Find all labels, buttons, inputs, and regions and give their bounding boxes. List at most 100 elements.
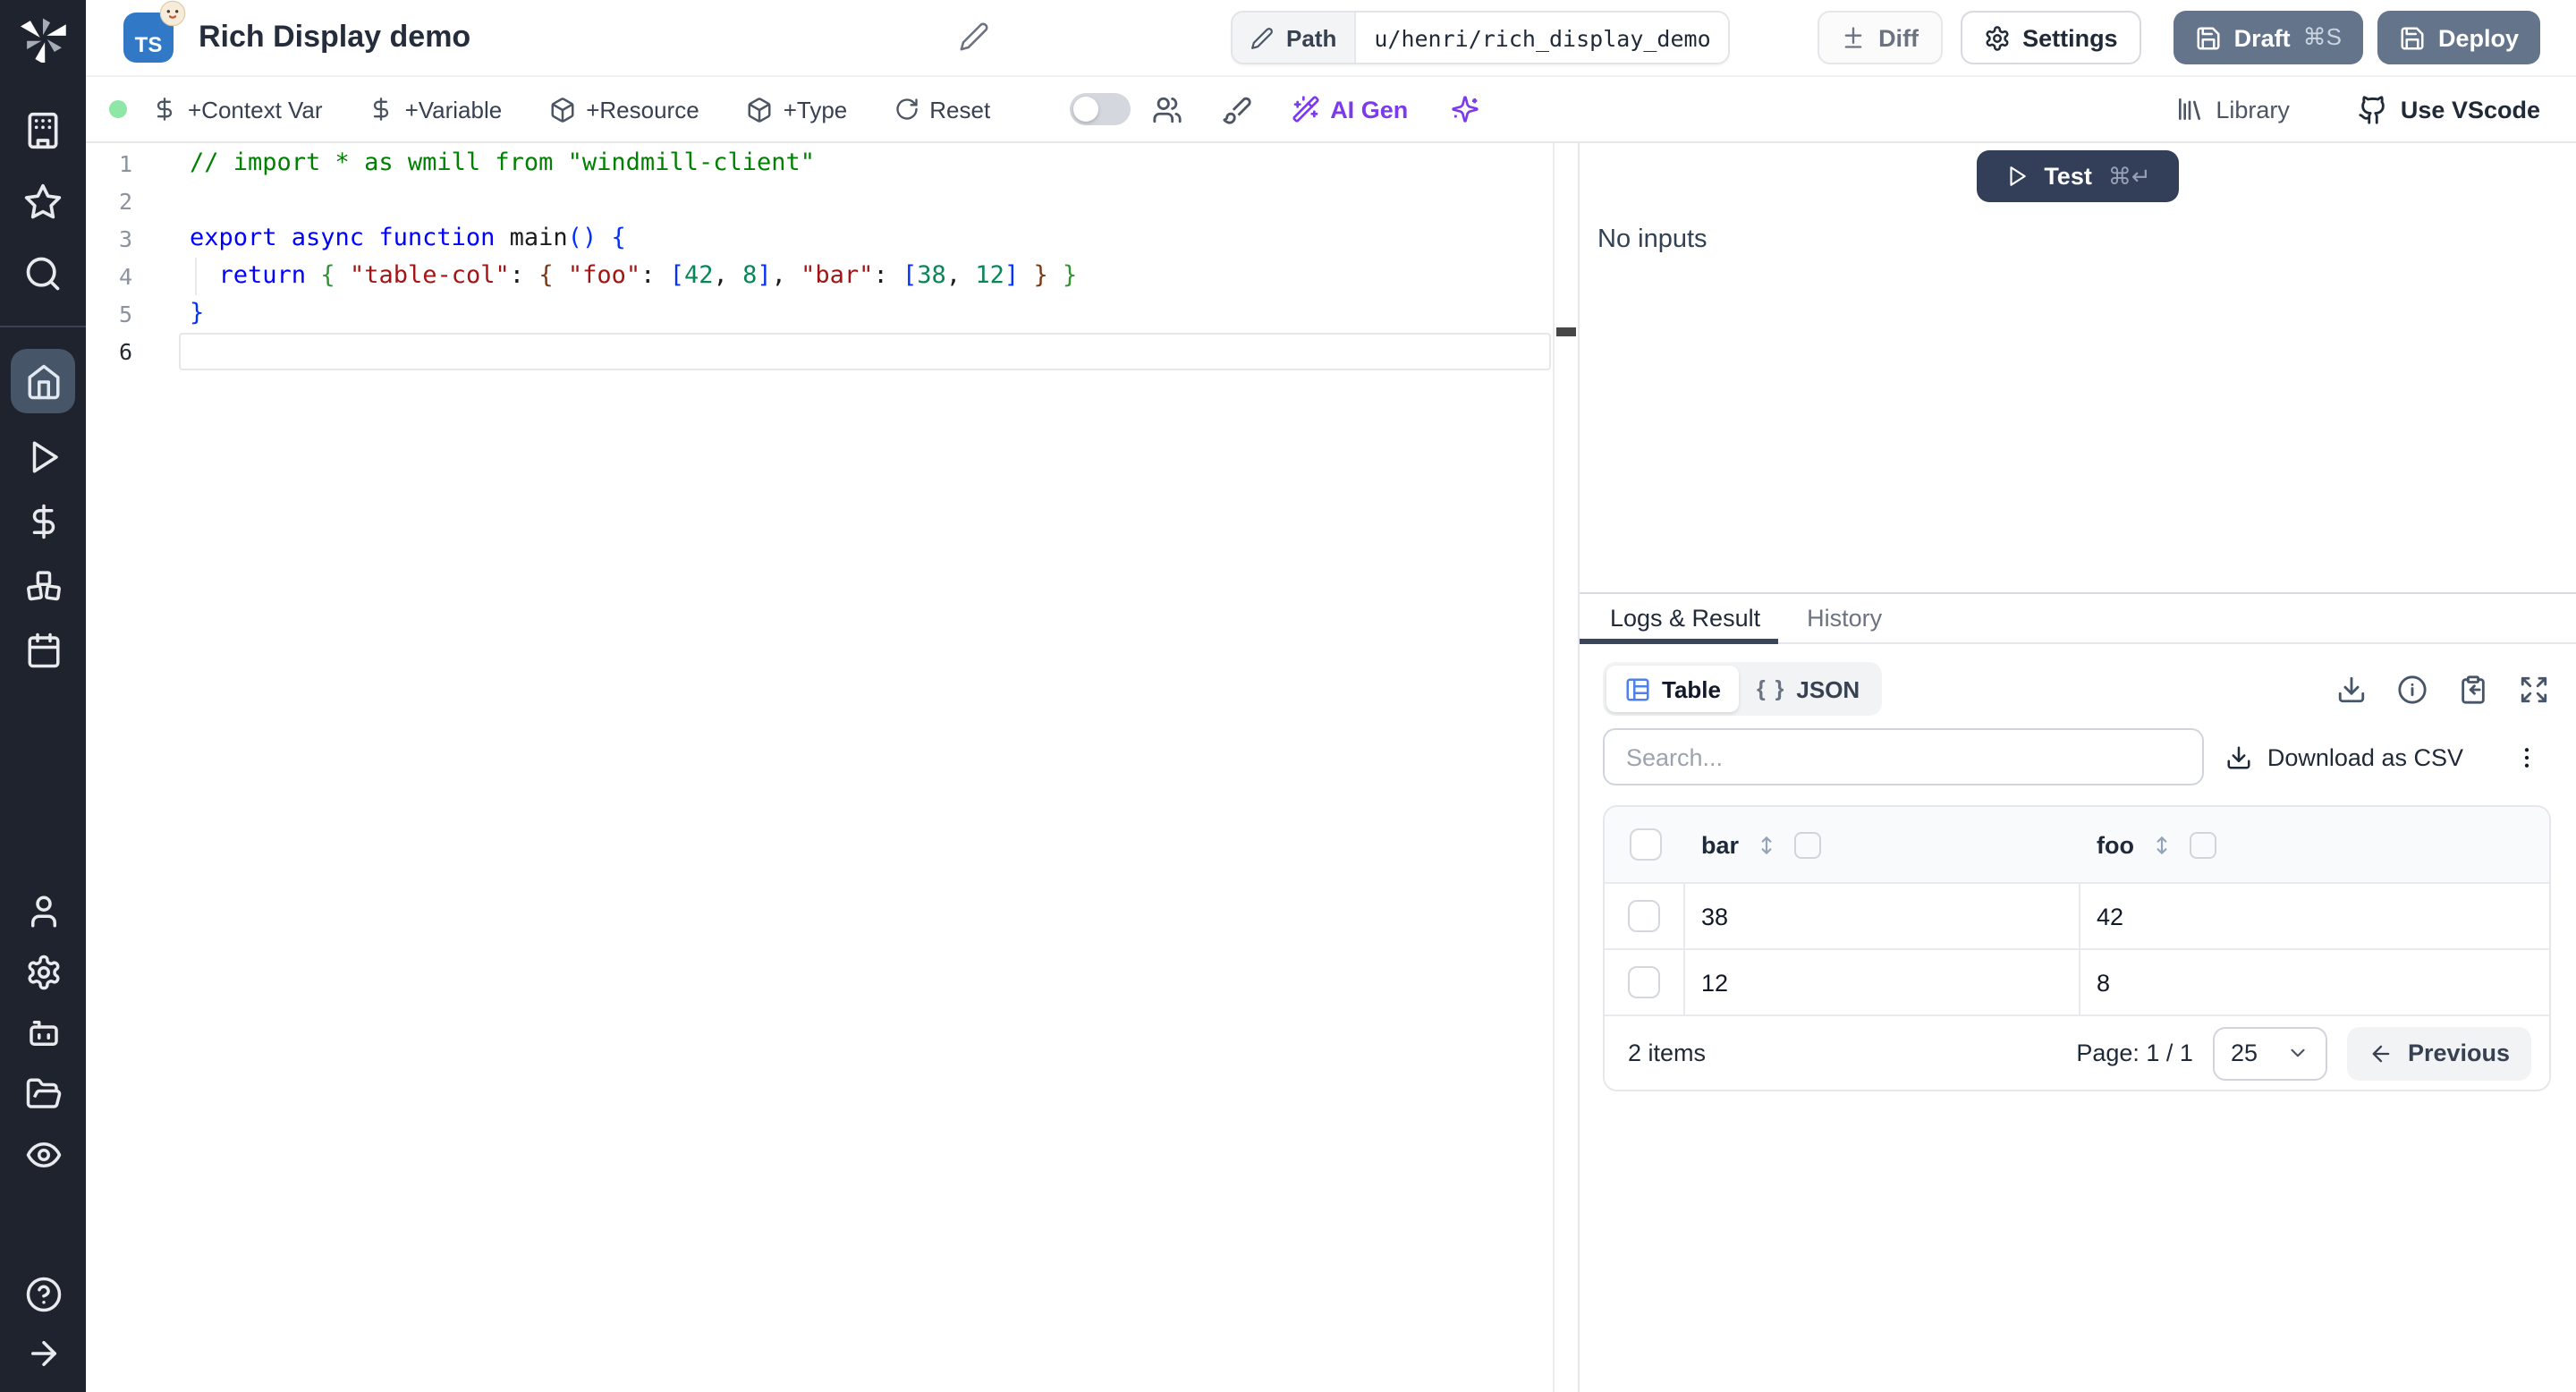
ai-gen-button[interactable]: AI Gen xyxy=(1291,95,1408,123)
reset-button[interactable]: Reset xyxy=(894,96,990,123)
editor-toolbar: +Context Var +Variable +Resource +Type R… xyxy=(86,77,2576,143)
tab-history[interactable]: History xyxy=(1807,594,1882,642)
sort-icon[interactable] xyxy=(2150,833,2174,856)
select-all-checkbox[interactable] xyxy=(1629,828,1661,861)
add-resource-button[interactable]: +Resource xyxy=(548,96,699,123)
view-table-segment[interactable]: Table xyxy=(1606,666,1739,712)
windmill-logo-icon[interactable] xyxy=(19,14,67,63)
audit-logs-eye-icon[interactable] xyxy=(21,1133,64,1176)
line-number: 3 xyxy=(118,225,132,252)
runs-play-icon[interactable] xyxy=(21,435,64,478)
column-filter-toggle[interactable] xyxy=(2190,831,2216,858)
column-header-bar[interactable]: bar xyxy=(1701,831,1739,858)
expand-fullscreen-icon[interactable] xyxy=(2519,674,2549,704)
search-icon[interactable] xyxy=(21,252,64,295)
deploy-button[interactable]: Deploy xyxy=(2377,11,2540,64)
add-type-button[interactable]: +Type xyxy=(746,96,847,123)
use-vscode-button[interactable]: Use VScode xyxy=(2358,94,2540,124)
results-tabs: Logs & Result History xyxy=(1579,594,2576,644)
edit-title-pencil-icon[interactable] xyxy=(959,21,989,52)
cursor-position-mark xyxy=(1556,327,1576,336)
tab-logs-and-result[interactable]: Logs & Result xyxy=(1579,594,1779,644)
add-variable-label: +Variable xyxy=(404,96,503,123)
add-context-var-button[interactable]: +Context Var xyxy=(152,96,323,123)
settings-button[interactable]: Settings xyxy=(1960,11,2141,64)
settings-gear-icon[interactable] xyxy=(21,950,64,993)
row-checkbox[interactable] xyxy=(1628,966,1660,998)
expand-sidebar-arrow-icon[interactable] xyxy=(21,1331,64,1374)
variables-dollar-icon[interactable] xyxy=(21,499,64,542)
github-icon xyxy=(2358,94,2388,124)
path-label: Path xyxy=(1286,24,1337,51)
pencil-icon xyxy=(1250,26,1274,49)
cell-value: 42 xyxy=(2097,903,2124,929)
code-editor[interactable]: 1 // import * as wmill from "windmill-cl… xyxy=(86,143,1578,1392)
table-row[interactable]: 12 8 xyxy=(1605,948,2549,1014)
info-icon[interactable] xyxy=(2397,674,2428,704)
dollar-icon xyxy=(152,97,177,122)
toggle-knob xyxy=(1072,97,1098,122)
download-csv-button[interactable]: Download as CSV xyxy=(2226,743,2463,770)
multiplayer-toggle[interactable] xyxy=(1069,93,1131,125)
add-context-var-label: +Context Var xyxy=(188,96,323,123)
copy-to-clipboard-icon[interactable] xyxy=(2458,674,2488,704)
code-line[interactable]: 4 return { "table-col": { "foo": [42, 8]… xyxy=(86,258,1578,295)
sort-icon[interactable] xyxy=(1755,833,1778,856)
view-toggle: Table { } JSON xyxy=(1603,662,1882,716)
arrow-left-icon xyxy=(2368,1040,2394,1065)
row-checkbox[interactable] xyxy=(1628,900,1660,932)
draft-button[interactable]: Draft ⌘S xyxy=(2173,11,2363,64)
sparkles-icon[interactable] xyxy=(1451,95,1479,123)
top-header: TS Rich Display demo Path u/henri/rich_d… xyxy=(86,0,2576,77)
test-button[interactable]: Test ⌘↵ xyxy=(1976,150,2180,202)
library-label: Library xyxy=(2216,96,2290,123)
add-variable-button[interactable]: +Variable xyxy=(369,96,503,123)
previous-page-button[interactable]: Previous xyxy=(2346,1026,2531,1080)
folders-icon[interactable] xyxy=(21,1072,64,1115)
resources-boxes-icon[interactable] xyxy=(21,564,64,607)
column-filter-toggle[interactable] xyxy=(1794,831,1822,858)
package-icon xyxy=(548,96,575,123)
path-label-segment[interactable]: Path xyxy=(1233,13,1357,63)
schedules-calendar-icon[interactable] xyxy=(21,628,64,671)
diff-button[interactable]: Diff xyxy=(1818,11,1943,64)
table-row[interactable]: 38 42 xyxy=(1605,882,2549,948)
column-header-foo[interactable]: foo xyxy=(2097,831,2134,858)
workspace-emoji-icon xyxy=(159,0,186,27)
download-result-icon[interactable] xyxy=(2336,674,2367,704)
save-icon xyxy=(2399,24,2426,51)
line-number: 1 xyxy=(118,150,132,177)
help-icon[interactable] xyxy=(21,1272,64,1315)
braces-icon: { } xyxy=(1757,676,1786,701)
code-line[interactable]: 2 xyxy=(86,182,1578,220)
format-brush-icon[interactable] xyxy=(1221,94,1251,124)
cell-value: 38 xyxy=(1701,903,1729,929)
editor-scrollbar[interactable] xyxy=(1553,143,1578,1392)
view-json-segment[interactable]: { } JSON xyxy=(1739,666,1877,712)
sidebar xyxy=(0,0,86,1392)
workspace-building-icon[interactable] xyxy=(21,109,64,152)
app-window: TS Rich Display demo Path u/henri/rich_d… xyxy=(0,0,2576,1392)
code-line-active[interactable]: 6 xyxy=(86,333,1578,370)
inputs-pane: Test ⌘↵ No inputs xyxy=(1580,143,2576,592)
search-input[interactable] xyxy=(1603,728,2204,785)
sidebar-divider xyxy=(0,326,86,327)
sidebar-item-home[interactable] xyxy=(11,349,75,413)
code-line[interactable]: 1 // import * as wmill from "windmill-cl… xyxy=(86,145,1578,182)
more-options-kebab-icon[interactable] xyxy=(2513,743,2540,770)
page-size-select[interactable]: 25 xyxy=(2212,1026,2327,1080)
users-icon[interactable] xyxy=(1151,94,1182,124)
test-shortcut: ⌘↵ xyxy=(2107,162,2151,189)
users-person-icon[interactable] xyxy=(21,889,64,932)
library-button[interactable]: Library xyxy=(2174,95,2290,123)
path-value[interactable]: u/henri/rich_display_demo xyxy=(1356,13,1729,63)
path-field[interactable]: Path u/henri/rich_display_demo xyxy=(1231,11,1731,64)
page-title: Rich Display demo xyxy=(199,20,471,54)
draft-label: Draft xyxy=(2233,24,2291,51)
code-line[interactable]: 5 } xyxy=(86,295,1578,333)
favorites-star-icon[interactable] xyxy=(21,181,64,224)
code-line[interactable]: 3 export async function main() { xyxy=(86,220,1578,258)
chevron-down-icon xyxy=(2286,1041,2309,1065)
workers-robot-icon[interactable] xyxy=(21,1011,64,1054)
ai-gen-label: AI Gen xyxy=(1330,96,1409,123)
